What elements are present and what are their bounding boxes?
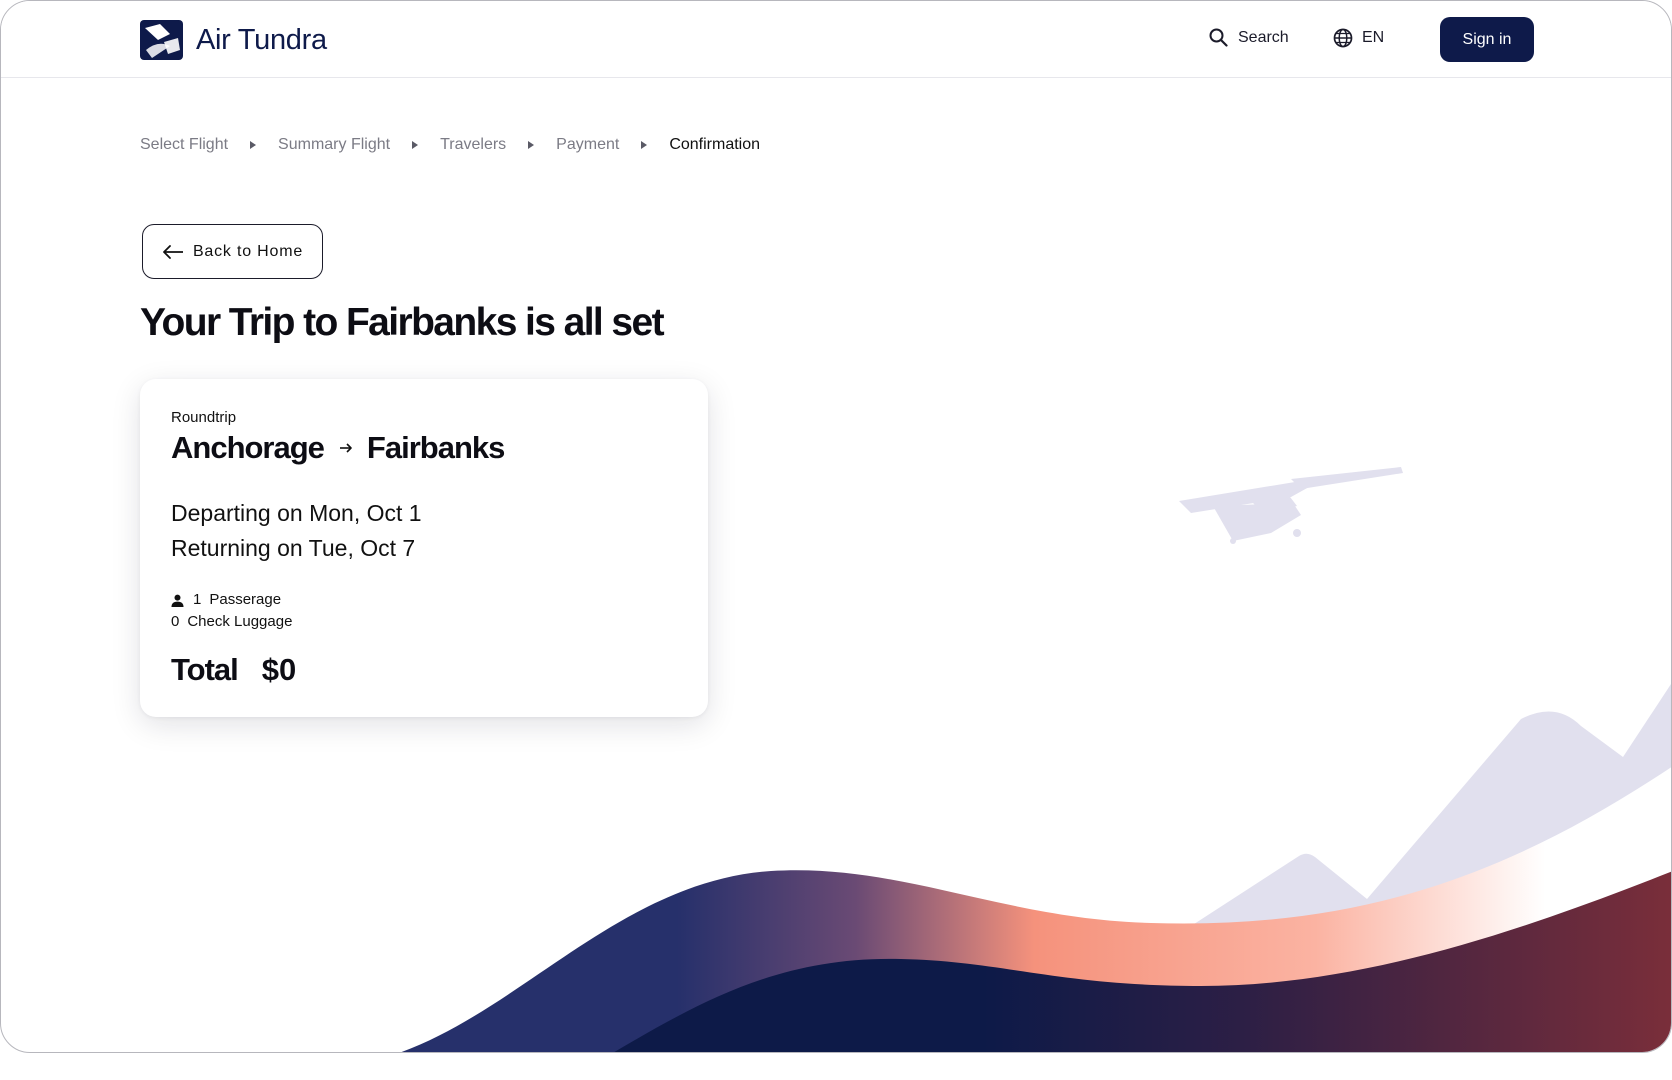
arrow-left-icon: [163, 244, 183, 259]
passenger-label: Passerage: [209, 591, 282, 608]
caret-right-icon: [412, 141, 419, 149]
caret-right-icon: [528, 141, 535, 149]
luggage-label: Check Luggage: [187, 613, 293, 630]
search-icon: [1209, 28, 1228, 47]
page-title: Your Trip to Fairbanks is all set: [140, 301, 665, 344]
returning-date: Returning on Tue, Oct 7: [171, 535, 416, 561]
luggage-count: 0: [171, 613, 180, 630]
breadcrumb-select-flight[interactable]: Select Flight: [140, 136, 228, 154]
brand[interactable]: Air Tundra: [140, 20, 327, 60]
departing-date: Departing on Mon, Oct 1: [171, 500, 422, 526]
destination-city: Fairbanks: [366, 430, 505, 465]
breadcrumb-travelers[interactable]: Travelers: [440, 136, 506, 154]
passenger-count: 1: [193, 591, 202, 608]
caret-right-icon: [250, 141, 257, 149]
back-to-home-label: Back to Home: [192, 242, 304, 260]
caret-right-icon: [641, 141, 648, 149]
globe-icon: [1333, 28, 1353, 48]
wave-top: [401, 767, 1671, 1052]
route: Anchorage Fairbanks: [171, 430, 505, 466]
person-icon: [171, 594, 184, 607]
language-selector[interactable]: EN: [1333, 28, 1384, 48]
sign-in-button[interactable]: Sign in: [1440, 17, 1534, 62]
trip-counts: 1 Passerage 0 Check Luggage: [171, 589, 292, 633]
total-label: Total: [171, 652, 239, 687]
breadcrumb-summary-flight[interactable]: Summary Flight: [278, 136, 390, 154]
trip-summary-card: Roundtrip Anchorage Fairbanks Departing …: [140, 379, 708, 717]
origin-city: Anchorage: [171, 430, 325, 465]
total-amount: $0: [261, 652, 297, 687]
air-tundra-logo-icon: [140, 20, 183, 60]
mountain-range: [1191, 684, 1671, 1052]
luggage-row: 0 Check Luggage: [171, 611, 292, 633]
back-to-home-button[interactable]: Back to Home: [142, 224, 323, 279]
app-window: Air Tundra Search EN Sign in Select Flig…: [0, 0, 1672, 1053]
breadcrumb-payment[interactable]: Payment: [556, 136, 619, 154]
search-label: Search: [1238, 28, 1289, 46]
passenger-row: 1 Passerage: [171, 589, 292, 611]
trip-type: Roundtrip: [171, 409, 237, 426]
top-navbar: Air Tundra Search EN Sign in: [1, 1, 1671, 78]
language-label: EN: [1362, 29, 1385, 46]
brand-name: Air Tundra: [196, 23, 327, 56]
total-row: Total $0: [171, 652, 296, 688]
breadcrumb-confirmation: Confirmation: [669, 136, 761, 153]
arrow-right-icon: [339, 443, 352, 453]
trip-dates: Departing on Mon, Oct 1 Returning on Tue…: [171, 496, 422, 566]
breadcrumb: Select Flight Summary Flight Travelers P…: [140, 136, 760, 154]
wave-bottom: [614, 871, 1671, 1052]
airplane-silhouette: [1179, 467, 1403, 544]
search-button[interactable]: Search: [1209, 28, 1289, 47]
